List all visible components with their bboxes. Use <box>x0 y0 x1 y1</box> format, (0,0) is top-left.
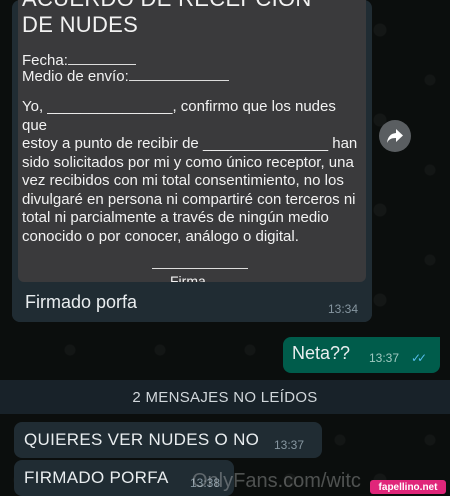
document-title-line2: DE NUDES <box>22 12 139 37</box>
incoming-message-text: FIRMADO PORFA <box>24 468 169 487</box>
document-title-line1: ACUERDO DE RECEPCION <box>22 0 312 11</box>
signature-line <box>152 268 248 269</box>
fecha-label: Fecha: <box>22 52 68 69</box>
watermark-text: OnlyFans.com/witc <box>192 470 361 492</box>
signature-label: Firma <box>170 273 206 282</box>
forward-button[interactable] <box>379 120 411 152</box>
incoming-message-text: QUIERES VER NUDES O NO <box>24 430 260 449</box>
body-line: Yo, _______________, confirmo que los nu… <box>22 98 336 134</box>
body-line: vez recibidos con mi total consentimient… <box>22 172 344 189</box>
medio-field: Medio de envío: <box>22 68 229 85</box>
body-line: conocido o por conocer, análogo o digita… <box>22 227 299 245</box>
fecha-blank-line <box>67 63 136 65</box>
body-line: divulgaré en persona ni compartiré con t… <box>22 190 356 208</box>
outgoing-message-text: Neta?? <box>292 343 351 363</box>
unread-messages-label: 2 MENSAJES NO LEÍDOS <box>132 388 318 406</box>
document-image[interactable]: ACUERDO DE RECEPCION DE NUDES Fecha: Med… <box>18 0 366 282</box>
outgoing-message-bubble[interactable]: Neta?? 13:37 ✓✓ <box>283 337 440 373</box>
forward-icon <box>387 129 403 143</box>
read-receipt-icon: ✓✓ <box>411 351 427 365</box>
medio-blank-line <box>128 79 229 81</box>
body-line: sido solicitados por mi y como único rec… <box>22 153 354 171</box>
message-time: 13:34 <box>328 302 359 316</box>
site-badge: fapellino.net <box>370 480 446 494</box>
unread-messages-divider: 2 MENSAJES NO LEÍDOS <box>0 380 450 414</box>
document-title: ACUERDO DE RECEPCION DE NUDES <box>22 0 312 38</box>
document-body: Yo, _______________, confirmo que los nu… <box>22 98 362 246</box>
fecha-field: Fecha: <box>22 52 136 69</box>
image-caption-area: Firmado porfa 13:34 <box>12 282 372 322</box>
body-line: estoy a punto de recibir de ____________… <box>22 135 358 152</box>
message-time: 13:37 <box>274 438 305 452</box>
medio-label: Medio de envío: <box>22 68 129 85</box>
incoming-message-bubble[interactable]: QUIERES VER NUDES O NO 13:37 <box>14 422 322 458</box>
message-time: 13:37 <box>369 351 400 365</box>
image-caption: Firmado porfa <box>25 292 138 312</box>
site-badge-label: fapellino.net <box>378 481 438 493</box>
body-line: total ni parcialmente a través de ningún… <box>22 209 329 226</box>
